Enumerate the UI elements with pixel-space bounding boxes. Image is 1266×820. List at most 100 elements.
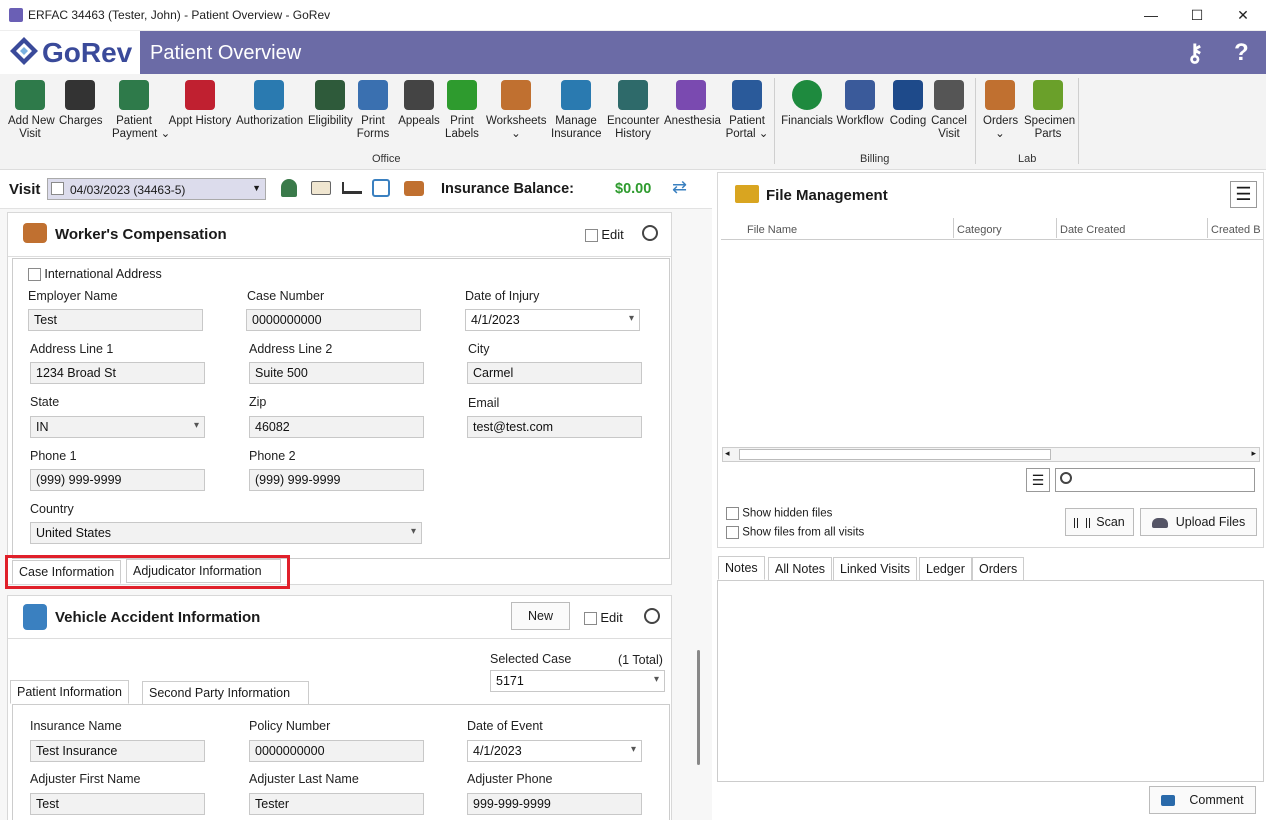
- phone2-field[interactable]: (999) 999-9999: [249, 469, 424, 491]
- adjuster-phone-field[interactable]: 999-999-9999: [467, 793, 642, 815]
- close-button[interactable]: ✕: [1220, 0, 1266, 31]
- show-all-visits-checkbox[interactable]: [726, 526, 739, 539]
- adjuster-first-field[interactable]: Test: [30, 793, 205, 815]
- tab-ledger[interactable]: Ledger: [919, 557, 972, 581]
- visit-select-checkbox[interactable]: [51, 182, 64, 195]
- ribbon-toolbar: Office Billing Lab Add New Visit Charges P…: [0, 74, 1266, 170]
- zip-field[interactable]: 46082: [249, 416, 424, 438]
- visit-label: Visit: [9, 181, 41, 198]
- toolbar-button[interactable]: Cancel Visit: [930, 78, 968, 141]
- refresh-icon[interactable]: ⇄: [672, 177, 687, 198]
- toolbar-button[interactable]: Print Labels: [445, 78, 479, 141]
- state-select[interactable]: IN: [30, 416, 205, 438]
- tab-patient-information[interactable]: Patient Information: [10, 680, 129, 704]
- left-scrollbar-thumb[interactable]: [697, 650, 700, 765]
- selected-case-label: Selected Case: [490, 652, 572, 666]
- col-file-name[interactable]: File Name: [747, 224, 797, 236]
- edit-checkbox-group[interactable]: Edit: [585, 227, 624, 243]
- toolbar-button[interactable]: Coding: [889, 78, 927, 128]
- scan-button[interactable]: Scan: [1065, 508, 1134, 536]
- date-of-injury-picker[interactable]: 4/1/2023: [465, 309, 640, 331]
- toolbar-button[interactable]: Print Forms: [356, 78, 390, 141]
- divider: [8, 638, 671, 639]
- address2-field[interactable]: Suite 500: [249, 362, 424, 384]
- help-icon[interactable]: ?: [1234, 39, 1249, 67]
- policy-number-label: Policy Number: [249, 719, 331, 733]
- file-search-input[interactable]: [1055, 468, 1255, 492]
- tab-linked-visits[interactable]: Linked Visits: [833, 557, 917, 581]
- worksheets-icon: [501, 80, 531, 110]
- col-created-by[interactable]: Created B: [1211, 224, 1261, 236]
- id-card-icon[interactable]: [311, 181, 331, 195]
- phone1-field[interactable]: (999) 999-9999: [30, 469, 205, 491]
- toolbar-button[interactable]: Manage Insurance: [551, 78, 602, 141]
- upload-files-button[interactable]: Upload Files: [1140, 508, 1257, 536]
- toolbar-button[interactable]: Orders ⌄: [983, 78, 1018, 141]
- scrollbar-thumb[interactable]: [739, 449, 1051, 460]
- insurance-name-label: Insurance Name: [30, 719, 122, 733]
- toolbar-button[interactable]: Encounter History: [607, 78, 659, 141]
- folder-icon: [735, 185, 759, 203]
- tab-all-notes[interactable]: All Notes: [768, 557, 833, 581]
- toolbar-button[interactable]: Specimen Parts: [1024, 78, 1075, 141]
- selected-case-select[interactable]: 5171: [490, 670, 665, 692]
- zip-label: Zip: [249, 395, 267, 409]
- email-field[interactable]: test@test.com: [467, 416, 642, 438]
- toolbar-button[interactable]: Authorization: [236, 78, 303, 128]
- city-field[interactable]: Carmel: [467, 362, 642, 384]
- date-of-event-picker[interactable]: 4/1/2023: [467, 740, 642, 762]
- toolbar-button[interactable]: Patient Payment ⌄: [112, 78, 170, 141]
- scan-label: Scan: [1096, 515, 1125, 529]
- tab-orders[interactable]: Orders: [972, 557, 1025, 581]
- toolbar-button[interactable]: Worksheets ⌄: [486, 78, 547, 141]
- country-select[interactable]: United States: [30, 522, 422, 544]
- minimize-button[interactable]: —: [1128, 0, 1174, 31]
- toolbar-button[interactable]: Charges: [59, 78, 102, 128]
- show-hidden-checkbox[interactable]: [726, 507, 739, 520]
- list-menu-icon[interactable]: ☰: [1026, 468, 1050, 492]
- tab-second-party-information[interactable]: Second Party Information: [142, 681, 309, 705]
- hamburger-menu-icon[interactable]: ☰: [1230, 181, 1257, 208]
- toolbar-button[interactable]: Appt History: [168, 78, 232, 128]
- visit-select[interactable]: 04/03/2023 (34463-5) ▼: [47, 178, 266, 200]
- col-category[interactable]: Category: [957, 224, 1002, 236]
- toolbar-button[interactable]: Anesthesia: [664, 78, 721, 128]
- vehicle-history-clock-icon[interactable]: [644, 608, 660, 624]
- intl-address-checkbox[interactable]: [28, 268, 41, 282]
- scroll-right-icon[interactable]: ▸: [1251, 448, 1256, 459]
- scroll-left-icon[interactable]: ◂: [725, 448, 730, 459]
- address1-field[interactable]: 1234 Broad St: [30, 362, 205, 384]
- toolbar-button-label: Workflow: [836, 115, 884, 127]
- policy-number-field[interactable]: 0000000000: [249, 740, 424, 762]
- vehicle-edit-checkbox[interactable]: [584, 612, 597, 626]
- horizontal-scrollbar[interactable]: ◂ ▸: [722, 447, 1260, 462]
- new-button[interactable]: New: [511, 602, 570, 630]
- toolbar-button[interactable]: Workflow: [836, 78, 884, 128]
- toolbar-button-label: Worksheets ⌄: [486, 115, 547, 140]
- doctor-icon[interactable]: [281, 179, 297, 197]
- tab-notes[interactable]: Notes: [718, 556, 765, 580]
- toolbar-button[interactable]: Add New Visit: [8, 78, 55, 141]
- insurance-name-field[interactable]: Test Insurance: [30, 740, 205, 762]
- toolbar-button[interactable]: Patient Portal ⌄: [724, 78, 770, 141]
- toolbar-separator: [774, 78, 775, 164]
- col-date-created[interactable]: Date Created: [1060, 224, 1125, 236]
- col-divider: [1207, 218, 1208, 238]
- comment-button[interactable]: Comment: [1149, 786, 1256, 814]
- bed-icon[interactable]: [342, 182, 362, 194]
- toolbar-button[interactable]: Appeals: [398, 78, 440, 128]
- toolbar-button[interactable]: Financials: [781, 78, 833, 128]
- edit-checkbox[interactable]: [585, 229, 598, 243]
- case-number-field[interactable]: 0000000000: [246, 309, 421, 331]
- adjuster-last-field[interactable]: Tester: [249, 793, 424, 815]
- keys-icon[interactable]: ⚷: [1186, 39, 1204, 68]
- employer-name-field[interactable]: Test: [28, 309, 203, 331]
- history-clock-icon[interactable]: [642, 225, 658, 241]
- comment-icon: [1161, 795, 1176, 807]
- wallet-icon[interactable]: [404, 181, 424, 196]
- cancel-clock-icon: [934, 80, 964, 110]
- file-management-title: File Management: [766, 187, 888, 204]
- insurance-icon[interactable]: [372, 179, 390, 197]
- toolbar-button[interactable]: Eligibility: [308, 78, 353, 128]
- maximize-button[interactable]: ☐: [1174, 0, 1220, 31]
